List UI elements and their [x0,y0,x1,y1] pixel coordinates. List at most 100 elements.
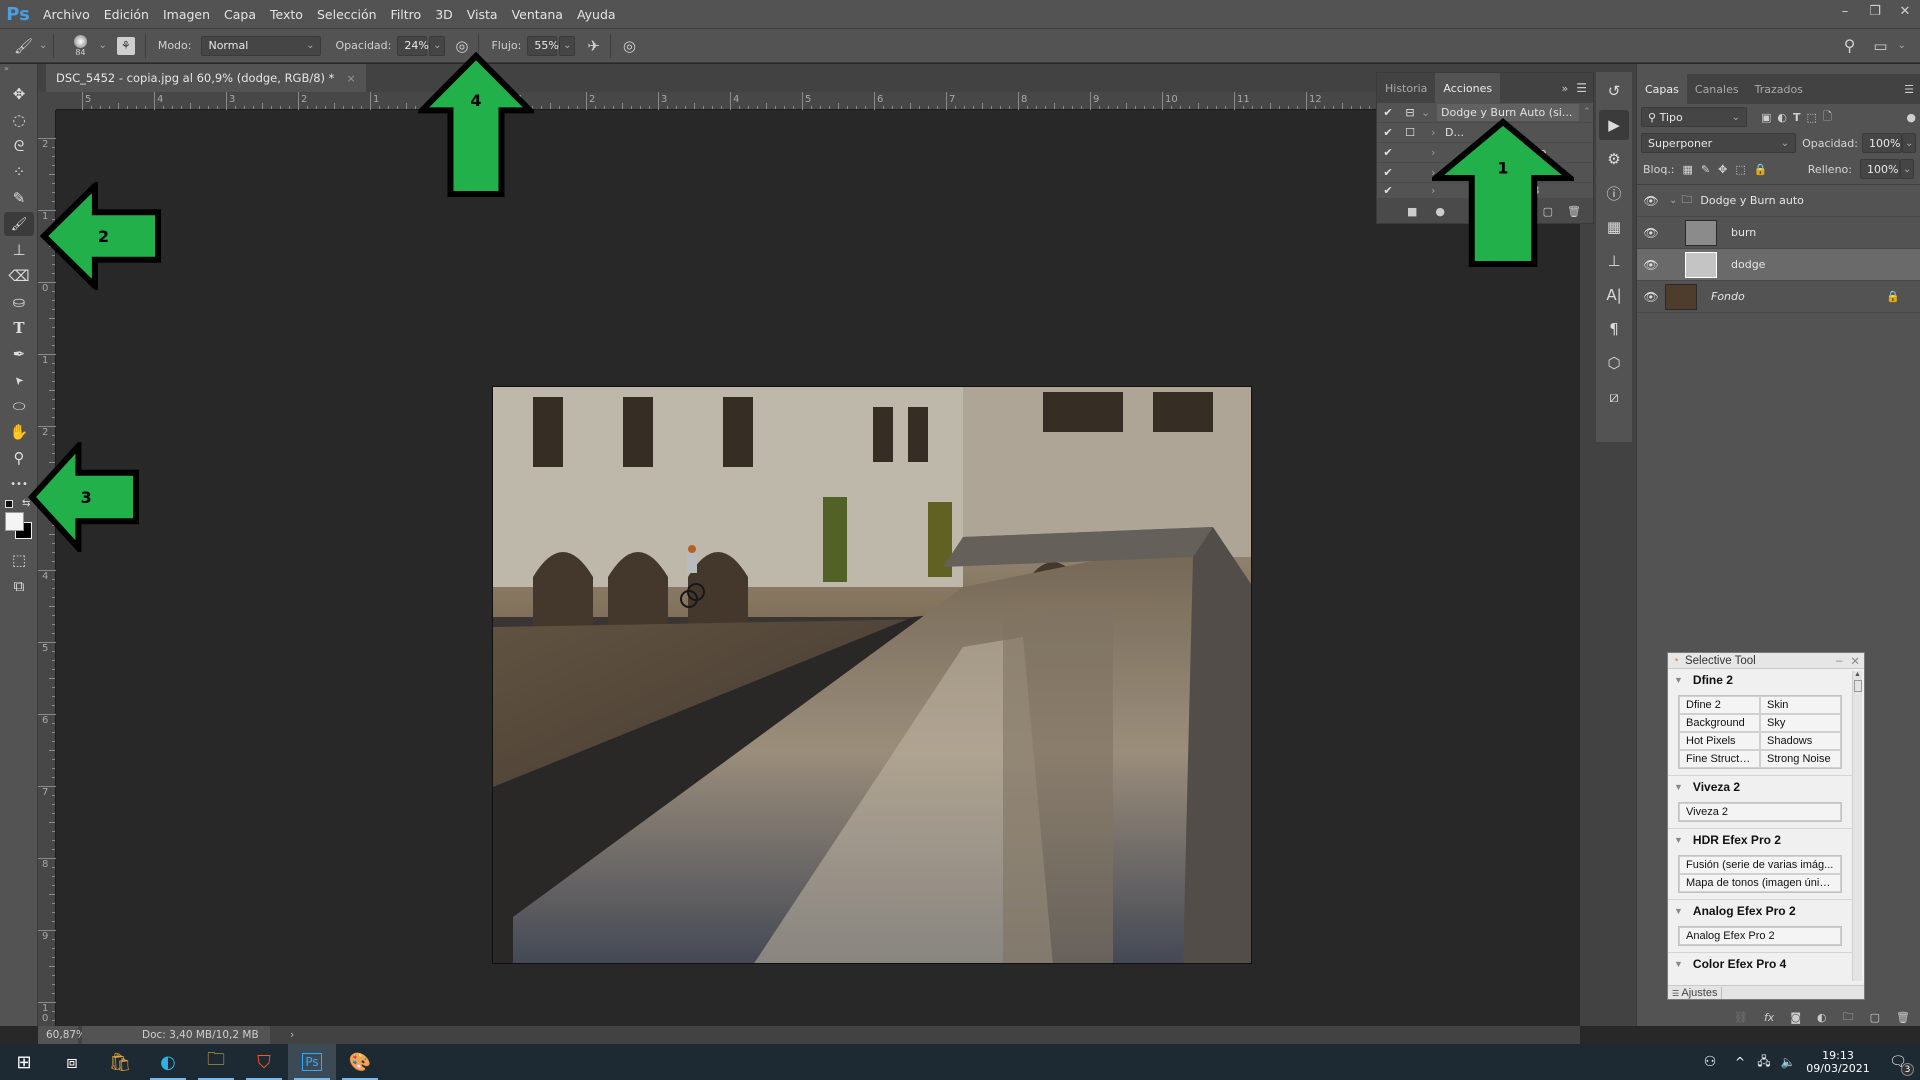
adjustment-layer-icon[interactable]: ◐ [1817,1011,1827,1024]
pressure-size-icon[interactable]: ◎ [623,37,636,55]
fill-dropdown[interactable]: ⌄ [1900,159,1914,179]
selective-scrollbar[interactable]: ▲ [1852,671,1862,981]
add-mask-icon[interactable]: ◙ [1790,1011,1801,1024]
type-tool[interactable]: T [4,316,34,340]
move-tool[interactable]: ✥ [4,82,34,106]
panel-menu-icon[interactable]: ☰ [1576,81,1587,95]
close-document-icon[interactable]: × [346,72,355,85]
paragraph-icon[interactable]: ¶ [1599,314,1629,344]
new-layer-icon[interactable]: ▢ [1870,1011,1880,1024]
filter-button[interactable]: Skin [1760,696,1841,714]
selective-tool-titlebar[interactable]: ◔ Selective Tool – ✕ [1668,653,1864,669]
mode-dropdown[interactable]: Normal ⌄ [201,35,322,56]
chevron-down-icon[interactable]: ⌄ [1898,40,1906,51]
3d-cube-icon[interactable]: ⬡ [1599,348,1629,378]
eraser-tool[interactable]: ⌫ [4,264,34,288]
filter-smart-object-icon[interactable]: 🗋 [1823,108,1832,127]
history-icon[interactable]: ↺ [1599,76,1629,106]
minimize-button[interactable]: – [1830,0,1860,22]
chevron-down-icon[interactable]: ⌄ [39,40,47,51]
brush-size-picker[interactable]: 84 [68,34,92,57]
photoshop-taskbar-button[interactable]: Ps [288,1044,336,1080]
fill-input[interactable]: 100% [1860,159,1900,179]
clone-source-icon[interactable]: ⊥ [1599,246,1629,276]
layer-opacity-dropdown[interactable]: ⌄ [1902,133,1916,153]
filter-button[interactable]: Viveza 2 [1679,803,1841,821]
document-tab[interactable]: DSC_5452 - copia.jpg al 60,9% (dodge, RG… [46,64,366,92]
layer-row[interactable]: 👁 Fondo 🔒 [1637,281,1920,313]
check-icon[interactable]: ✔ [1377,126,1399,139]
canvas-area[interactable] [56,110,1580,1026]
clock[interactable]: 19:13 09/03/2021 [1800,1049,1876,1075]
info-icon[interactable]: ⓘ [1599,178,1629,208]
tab-canales[interactable]: Canales [1687,74,1747,104]
foreground-color-swatch[interactable] [5,512,24,531]
tab-acciones[interactable]: Acciones [1435,73,1501,103]
filter-button[interactable]: Mapa de tonos (imagen única) [1679,874,1841,892]
ellipse-tool[interactable]: ⬭ [4,394,34,418]
pen-tool[interactable]: ✒ [4,342,34,366]
stamp-tool[interactable]: ⊥ [4,238,34,262]
check-icon[interactable]: ✔ [1377,166,1399,179]
filter-button[interactable]: Fine Structu... [1679,750,1760,768]
menu-ayuda[interactable]: Ayuda [570,7,623,22]
lasso-tool[interactable]: ᘓ [4,134,34,158]
dialog-toggle-icon[interactable]: ⊟ [1399,106,1421,119]
chevron-down-icon[interactable]: ⌄ [98,40,106,51]
search-icon[interactable]: ⚲ [1844,36,1856,55]
tab-trazados[interactable]: Trazados [1747,74,1811,104]
filter-button[interactable]: Background [1679,714,1760,732]
file-explorer-button[interactable]: 🗀 [192,1044,240,1080]
lock-position-icon[interactable]: ✥ [1718,163,1727,176]
menu-texto[interactable]: Texto [263,7,310,22]
lock-transparency-icon[interactable]: ▦ [1683,163,1693,176]
panel-menu-icon[interactable]: ☰ [1904,83,1914,96]
link-layers-icon[interactable]: ⛓ [1734,1011,1748,1024]
visibility-eye-icon[interactable]: 👁 [1637,290,1665,304]
layer-filter-dropdown[interactable]: ⚲ Tipo ⌄ [1641,107,1747,127]
filter-button[interactable]: Dfine 2 [1679,696,1760,714]
menu-3d[interactable]: 3D [428,7,460,22]
airbrush-icon[interactable]: ✈ [587,37,600,55]
menu-edicion[interactable]: Edición [97,7,156,22]
marquee-tool[interactable]: ◌ [4,108,34,132]
layer-row-selected[interactable]: 👁 dodge [1637,249,1920,281]
volume-icon[interactable]: 🔈 [1776,1044,1800,1080]
paint-bucket-tool[interactable]: ⛀ [4,290,34,314]
actions-scrollbar[interactable]: ⌃ [1583,107,1591,187]
check-icon[interactable]: ✔ [1377,146,1399,159]
path-select-tool[interactable]: ➤ [4,368,34,392]
visibility-eye-icon[interactable]: 👁 [1637,226,1665,240]
ajustes-tab[interactable]: ☰ Ajustes [1668,986,1723,999]
dialog-toggle-icon[interactable]: ☐ [1399,126,1421,139]
menu-archivo[interactable]: Archivo [36,7,97,22]
check-icon[interactable]: ✔ [1377,106,1399,119]
status-menu-arrow[interactable]: › [290,1029,294,1041]
start-button[interactable]: ⊞ [0,1044,48,1080]
network-icon[interactable]: 🖧 [1752,1044,1776,1080]
glyphs-icon[interactable]: ⧄ [1599,382,1629,412]
restore-button[interactable]: ❐ [1860,0,1890,22]
section-header[interactable]: ▼ Color Efex Pro 4 [1668,953,1852,975]
menu-vista[interactable]: Vista [460,7,505,22]
screen-mode-button[interactable]: ⧉ [4,574,34,598]
swatches-grid-icon[interactable]: ▦ [1599,212,1629,242]
people-button[interactable]: ⚇ [1692,1044,1728,1080]
show-hidden-icons-button[interactable]: ^ [1728,1044,1752,1080]
filter-button[interactable]: Analog Efex Pro 2 [1679,927,1841,945]
default-colors-icon[interactable] [5,500,13,508]
menu-filtro[interactable]: Filtro [384,7,429,22]
filter-adjustment-icon[interactable]: ◐ [1777,111,1787,124]
hand-tool[interactable]: ✋ [4,420,34,444]
horizontal-ruler[interactable]: 543210123456789101112 [56,92,1580,110]
new-group-icon[interactable]: 🗀 [1843,1008,1854,1027]
menu-imagen[interactable]: Imagen [156,7,217,22]
zoom-level-field[interactable]: 60,87% [38,1026,86,1044]
paint-app-button[interactable]: 🎨 [336,1044,384,1080]
filter-pixel-icon[interactable]: ▣ [1761,111,1771,124]
eyedropper-tool[interactable]: ✎ [4,186,34,210]
quick-select-tool[interactable]: ⁘ [4,160,34,184]
chevron-down-icon[interactable]: ⌄ [1669,195,1677,206]
task-view-button[interactable]: ⧈ [48,1044,96,1080]
filter-shape-icon[interactable]: ⬚ [1807,111,1817,124]
